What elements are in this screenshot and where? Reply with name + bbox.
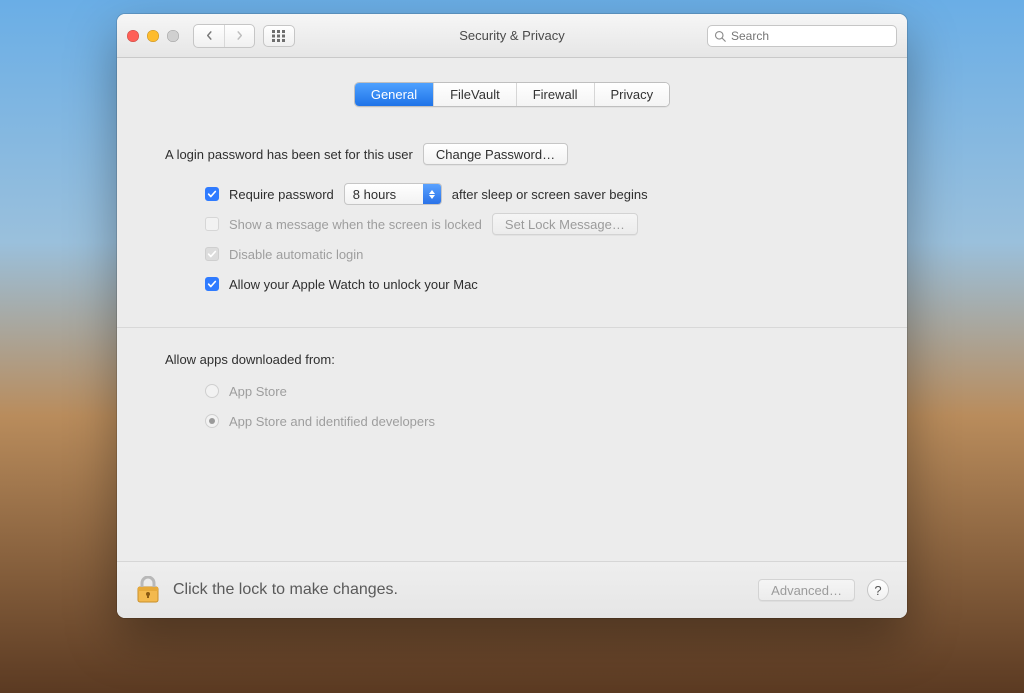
set-lock-message-button: Set Lock Message… — [492, 213, 638, 235]
disable-auto-login-label: Disable automatic login — [229, 247, 363, 262]
require-password-checkbox[interactable] — [205, 187, 219, 201]
close-window-button[interactable] — [127, 30, 139, 42]
after-sleep-label: after sleep or screen saver begins — [452, 187, 648, 202]
show-all-button[interactable] — [263, 25, 295, 47]
back-button[interactable] — [194, 25, 224, 47]
require-password-delay-value: 8 hours — [353, 187, 413, 202]
show-lock-message-label: Show a message when the screen is locked — [229, 217, 482, 232]
footer-bar: Click the lock to make changes. Advanced… — [117, 561, 907, 618]
apple-watch-unlock-checkbox[interactable] — [205, 277, 219, 291]
preferences-window: Security & Privacy General FileVault Fir… — [117, 14, 907, 618]
forward-button[interactable] — [224, 25, 254, 47]
window-body: General FileVault Firewall Privacy A log… — [117, 58, 907, 618]
gatekeeper-identified-radio — [205, 414, 219, 428]
general-pane: A login password has been set for this u… — [117, 117, 907, 544]
tab-bar: General FileVault Firewall Privacy — [117, 58, 907, 117]
tab-privacy[interactable]: Privacy — [594, 83, 670, 106]
lock-hint-label: Click the lock to make changes. — [173, 581, 398, 599]
gatekeeper-heading: Allow apps downloaded from: — [165, 352, 335, 367]
login-password-set-label: A login password has been set for this u… — [165, 147, 413, 162]
section-divider — [117, 327, 907, 328]
apple-watch-unlock-label: Allow your Apple Watch to unlock your Ma… — [229, 277, 478, 292]
search-icon — [714, 30, 726, 42]
help-button[interactable]: ? — [867, 579, 889, 601]
search-field[interactable] — [707, 25, 897, 47]
search-input[interactable] — [731, 29, 890, 43]
minimize-window-button[interactable] — [147, 30, 159, 42]
tab-general[interactable]: General — [355, 83, 433, 106]
tab-firewall[interactable]: Firewall — [516, 83, 594, 106]
change-password-button[interactable]: Change Password… — [423, 143, 568, 165]
window-controls — [127, 30, 179, 42]
gatekeeper-appstore-label: App Store — [229, 384, 287, 399]
tab-filevault[interactable]: FileVault — [433, 83, 516, 106]
gatekeeper-identified-label: App Store and identified developers — [229, 414, 435, 429]
nav-back-forward — [193, 24, 255, 48]
show-lock-message-checkbox — [205, 217, 219, 231]
lock-icon[interactable] — [135, 576, 161, 604]
require-password-delay-popup[interactable]: 8 hours — [344, 183, 442, 205]
advanced-button: Advanced… — [758, 579, 855, 601]
require-password-label: Require password — [229, 187, 334, 202]
gatekeeper-appstore-radio — [205, 384, 219, 398]
titlebar: Security & Privacy — [117, 14, 907, 58]
zoom-window-button — [167, 30, 179, 42]
chevron-up-down-icon — [423, 184, 441, 204]
disable-auto-login-checkbox — [205, 247, 219, 261]
